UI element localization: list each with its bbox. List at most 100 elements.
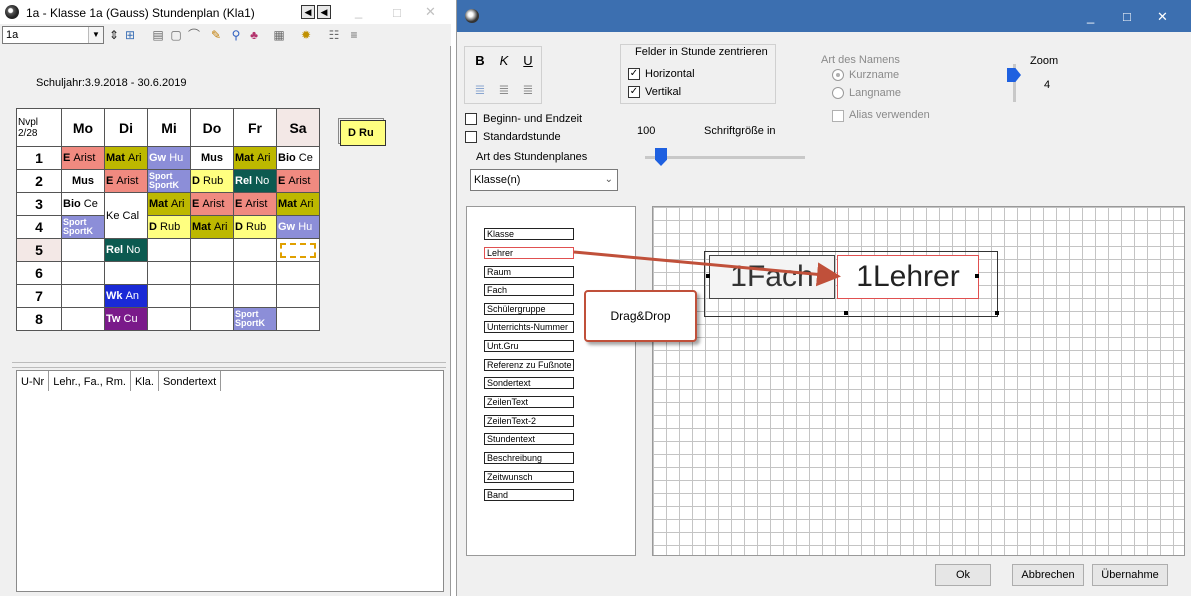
lock-icon[interactable]: ▢ [168, 27, 184, 43]
pane-splitter[interactable] [12, 362, 446, 368]
lesson-cell[interactable] [61, 261, 105, 285]
spin-icon[interactable]: ⇕ [106, 27, 122, 43]
lesson-cell[interactable] [61, 238, 105, 262]
lesson-cell[interactable]: Mat Ari [104, 146, 148, 170]
class-select-value: 1a [6, 29, 19, 41]
combo-down-icon[interactable]: ▼ [88, 27, 103, 43]
day-header[interactable]: Sa [276, 108, 320, 147]
left-window-title: 1a - Klasse 1a (Gauss) Stundenplan (Kla1… [26, 6, 255, 20]
lesson-cell[interactable]: Rel No [233, 169, 277, 193]
lesson-cell[interactable]: E Arist [61, 146, 105, 170]
settings-icon[interactable]: ▦ [271, 27, 287, 43]
lesson-cell[interactable] [61, 284, 105, 308]
lesson-cell[interactable]: Sport SportK [61, 215, 105, 239]
floating-lesson[interactable]: D Ru [340, 120, 386, 146]
lesson-cell[interactable] [190, 307, 234, 331]
list-icon[interactable]: ☷ [326, 27, 342, 43]
period-number: 5 [16, 238, 62, 262]
day-header[interactable]: Mi [147, 108, 191, 147]
filter-icon[interactable]: ≡ [346, 27, 362, 43]
lesson-cell[interactable] [147, 307, 191, 331]
lesson-cell[interactable]: Bio Ce [61, 192, 105, 216]
drop-placeholder [280, 242, 316, 258]
column-header[interactable]: Sondertext [159, 371, 222, 391]
details-header: U-Nr Lehr., Fa., Rm. Kla. Sondertext [17, 371, 222, 393]
lesson-cell[interactable]: Mat Ari [276, 192, 320, 216]
lesson-cell[interactable] [233, 261, 277, 285]
lesson-cell[interactable]: E Arist [276, 169, 320, 193]
lesson-cell[interactable] [233, 284, 277, 308]
lesson-cell[interactable] [104, 261, 148, 285]
close-icon[interactable]: ✕ [425, 4, 436, 20]
print-icon[interactable]: ▤ [150, 27, 166, 43]
period-number: 7 [16, 284, 62, 308]
maximize-icon[interactable]: □ [393, 5, 401, 20]
lesson-cell[interactable]: Tw Cu [104, 307, 148, 331]
class-select[interactable]: 1a ▼ [2, 26, 104, 44]
drop-target-cell[interactable] [276, 238, 320, 262]
nav-right-icon[interactable]: ◀ [317, 5, 331, 19]
column-header[interactable]: Lehr., Fa., Rm. [49, 371, 131, 391]
lesson-cell[interactable]: Ke Cal [104, 192, 148, 239]
lesson-details-pane: U-Nr Lehr., Fa., Rm. Kla. Sondertext [16, 370, 444, 592]
lesson-cell[interactable]: D Rub [233, 215, 277, 239]
lesson-cell[interactable] [190, 261, 234, 285]
lesson-cell[interactable]: Sport SportK [233, 307, 277, 331]
corner-cell: Nvpl 2/28 [16, 108, 62, 147]
lesson-cell[interactable] [233, 238, 277, 262]
drag-drop-callout: Drag&Drop [584, 290, 697, 342]
period-number: 4 [16, 215, 62, 239]
lesson-cell[interactable]: E Arist [104, 169, 148, 193]
lesson-cell[interactable]: Rel No [104, 238, 148, 262]
lesson-cell[interactable]: E Arist [233, 192, 277, 216]
lesson-cell[interactable]: Sport SportK [147, 169, 191, 193]
period-number: 6 [16, 261, 62, 285]
lesson-cell[interactable]: Gw Hu [276, 215, 320, 239]
lesson-cell[interactable] [147, 284, 191, 308]
lesson-cell[interactable] [190, 284, 234, 308]
drag-arrow [573, 250, 841, 287]
lesson-cell[interactable] [276, 307, 320, 331]
lesson-cell[interactable] [190, 238, 234, 262]
column-header[interactable]: U-Nr [17, 371, 50, 391]
lesson-cell[interactable]: Mus [190, 146, 234, 170]
day-header[interactable]: Mo [61, 108, 105, 147]
lesson-cell[interactable] [61, 307, 105, 331]
pencil-icon[interactable]: ✎ [208, 27, 224, 43]
lesson-cell[interactable]: D Rub [190, 169, 234, 193]
lesson-cell[interactable]: Wk An [104, 284, 148, 308]
lesson-cell[interactable]: Mat Ari [147, 192, 191, 216]
corner-label-1: Nvpl [18, 116, 39, 128]
lesson-cell[interactable]: Gw Hu [147, 146, 191, 170]
column-header[interactable]: Kla. [131, 371, 159, 391]
lesson-cell[interactable] [147, 238, 191, 262]
grid-icon[interactable]: ⊞ [122, 27, 138, 43]
lesson-cell[interactable] [276, 284, 320, 308]
period-number: 3 [16, 192, 62, 216]
school-year: Schuljahr:3.9.2018 - 30.6.2019 [36, 77, 187, 89]
nav-left-icon[interactable]: ◀ [301, 5, 315, 19]
corner-label-2: 2/28 [18, 127, 38, 139]
day-header[interactable]: Di [104, 108, 148, 147]
lesson-cell[interactable]: Mat Ari [190, 215, 234, 239]
search-icon[interactable]: ⚲ [228, 27, 244, 43]
person-icon[interactable]: ♣ [246, 27, 262, 43]
app-icon [5, 5, 19, 19]
gear-icon[interactable]: ✹ [298, 27, 314, 43]
lesson-cell[interactable]: E Arist [190, 192, 234, 216]
ok-button[interactable]: Ok [935, 564, 991, 586]
cancel-button[interactable]: Abbrechen [1012, 564, 1084, 586]
period-number: 8 [16, 307, 62, 331]
lesson-cell[interactable]: Mat Ari [233, 146, 277, 170]
minimize-icon[interactable]: _ [355, 4, 362, 19]
day-header[interactable]: Fr [233, 108, 277, 147]
lesson-cell[interactable] [276, 261, 320, 285]
apply-button[interactable]: Übernahme [1092, 564, 1168, 586]
day-header[interactable]: Do [190, 108, 234, 147]
lesson-cell[interactable]: Bio Ce [276, 146, 320, 170]
lesson-cell[interactable] [147, 261, 191, 285]
link-icon[interactable]: ⌒ [186, 27, 202, 43]
lesson-cell[interactable]: D Rub [147, 215, 191, 239]
timetable-grid: Nvpl 2/28 Mo Di Mi Do Fr Sa 1 E Arist Ma… [16, 108, 320, 331]
lesson-cell[interactable]: Mus [61, 169, 105, 193]
